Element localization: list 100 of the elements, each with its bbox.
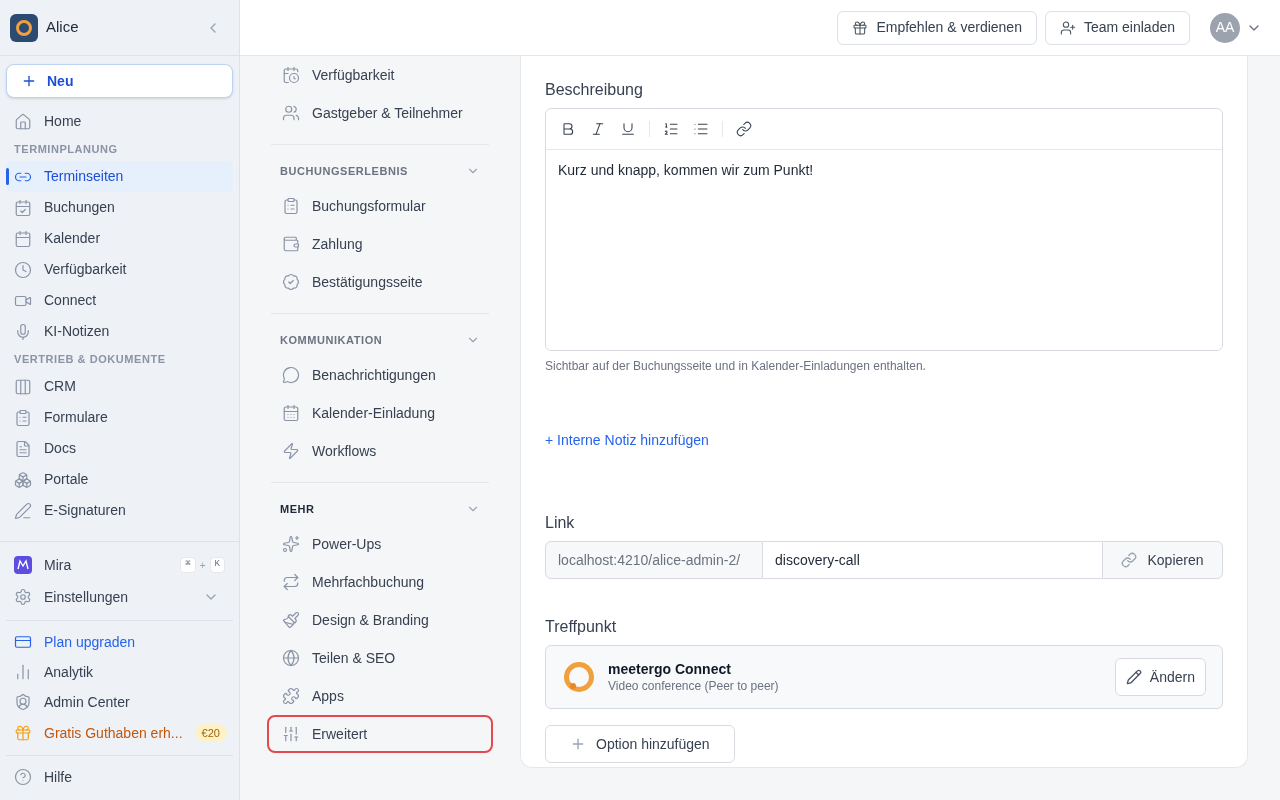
group-heading[interactable]: BUCHUNGSERLEBNIS [271,155,489,187]
editor-text: Kurz und knapp, kommen wir zum Punkt! [557,161,815,180]
credit-card-icon [14,633,32,651]
sidebar-item[interactable]: Docs [6,433,233,464]
settings-nav-item[interactable]: Gastgeber & Teilnehmer [267,94,493,132]
gift-icon [852,19,869,36]
globe-icon [282,649,300,667]
sliders-icon [282,725,300,743]
sidebar-item[interactable]: Home [6,106,233,137]
section-heading: TERMINPLANUNG [13,141,119,157]
sidebar-item[interactable]: CRM [6,371,233,402]
settings-nav-item[interactable]: Zahlung [267,225,493,263]
sidebar-item[interactable]: Verfügbarkeit [6,254,233,285]
pen-icon [14,501,32,520]
columns-icon [14,377,32,396]
shield-user-icon [14,693,32,711]
sidebar-item[interactable]: Hilfe [6,762,233,792]
add-note-link[interactable]: + Interne Notiz hinzufügen [545,430,709,451]
calendar-check-icon [14,198,32,217]
boxes-icon [14,470,32,489]
section-heading: VERTRIEB & DOKUMENTE [13,351,167,367]
referral-button[interactable]: Empfehlen & verdienen [837,10,1037,45]
new-button[interactable]: Neu [6,64,233,98]
underline-button[interactable] [619,120,637,138]
upgrade-item[interactable]: Plan upgraden [6,627,233,657]
sparkles-icon [282,535,300,553]
add-option-button[interactable]: Option hinzufügen [545,725,735,763]
settings-nav-item[interactable]: Benachrichtigungen [267,356,493,394]
settings-nav-item[interactable]: Power-Ups [267,525,493,563]
field-label: Link [545,513,576,533]
check-badge-icon [282,273,300,291]
home-icon [14,112,32,131]
lightning-icon [282,442,300,460]
user-plus-icon [1059,19,1076,36]
sidebar-item[interactable]: Admin Center [6,687,233,717]
underline-icon [620,121,636,137]
change-button[interactable]: Ändern [1114,658,1206,696]
assistant-logo-icon [14,556,32,574]
help-icon [14,768,32,786]
active-indicator [6,168,9,185]
plus-icon [21,73,37,89]
settings-nav-item[interactable]: Erweitert [267,715,493,753]
logo-icon [10,13,38,42]
rich-text-editor[interactable]: Kurz und knapp, kommen wir zum Punkt! [545,108,1223,351]
url-prefix: localhost:4210/alice-admin-2/ [545,541,763,579]
promo-item[interactable]: Gratis Guthaben erh... €20 [6,717,233,749]
clipboard-icon [14,408,32,427]
settings-nav-item[interactable]: Buchungsformular [267,187,493,225]
paintbrush-icon [282,611,300,629]
wallet-icon [282,235,300,253]
sidebar-item[interactable]: Terminseiten [6,161,233,192]
invite-team-button[interactable]: Team einladen [1044,10,1190,45]
settings-nav-item[interactable]: Bestätigungsseite [267,263,493,301]
location-detail: Video conference (Peer to peer) [608,678,779,694]
calendar-icon [14,229,32,248]
avatar: AA [1210,12,1240,43]
link-button[interactable] [735,120,753,138]
settings-nav-item[interactable]: Kalender-Einladung [267,394,493,432]
credit-badge: €20 [194,723,227,743]
chat-bubble-icon [282,366,300,384]
settings-nav-item[interactable]: Teilen & SEO [267,639,493,677]
sidebar-item[interactable]: Portale [6,464,233,495]
bullet-list-icon [693,121,709,137]
settings-nav-item[interactable]: Apps [267,677,493,715]
sidebar-item[interactable]: Buchungen [6,192,233,223]
numbered-list-icon [663,121,679,137]
logo-icon [562,660,596,694]
plus-sign: + [198,558,207,573]
sidebar-item[interactable]: Analytik [6,657,233,687]
field-label: Treffpunkt [545,617,618,637]
sidebar-item[interactable]: Connect [6,285,233,316]
puzzle-icon [282,687,300,705]
sidebar-item[interactable]: Kalender [6,223,233,254]
settings-nav-item[interactable]: Verfügbarkeit [267,56,493,94]
settings-nav-item[interactable]: Workflows [267,432,493,470]
assistant-item[interactable]: Mira ⌘ + K [6,550,233,580]
clock-icon [14,260,32,279]
link-icon [1121,552,1138,568]
calendar-icon [282,404,300,422]
copy-button[interactable]: Kopieren [1102,541,1223,579]
slug-input[interactable]: discovery-call [763,541,1102,579]
settings-nav-item[interactable]: Design & Branding [267,601,493,639]
settings-nav-item[interactable]: Mehrfachbuchung [267,563,493,601]
field-hint: Sichtbar auf der Buchungsseite und in Kalender-Einladungen enthalten. [545,358,927,375]
settings-icon [14,588,32,606]
clipboard-icon [282,197,300,215]
sidebar-item[interactable]: KI-Notizen [6,316,233,347]
settings-item[interactable]: Einstellungen [6,580,233,614]
bold-icon [560,121,576,137]
location-name: meetergo Connect [608,660,732,678]
sidebar-item[interactable]: E-Signaturen [6,495,233,526]
group-heading[interactable]: KOMMUNIKATION [271,324,489,356]
group-heading[interactable]: MEHR [271,493,489,525]
document-icon [14,439,32,458]
field-label: Beschreibung [545,80,644,100]
microphone-icon [14,322,32,341]
bar-chart-icon [14,663,32,681]
numbered-list-button[interactable] [662,120,680,138]
keyboard-key: ⌘ [180,557,196,573]
sidebar-item[interactable]: Formulare [6,402,233,433]
